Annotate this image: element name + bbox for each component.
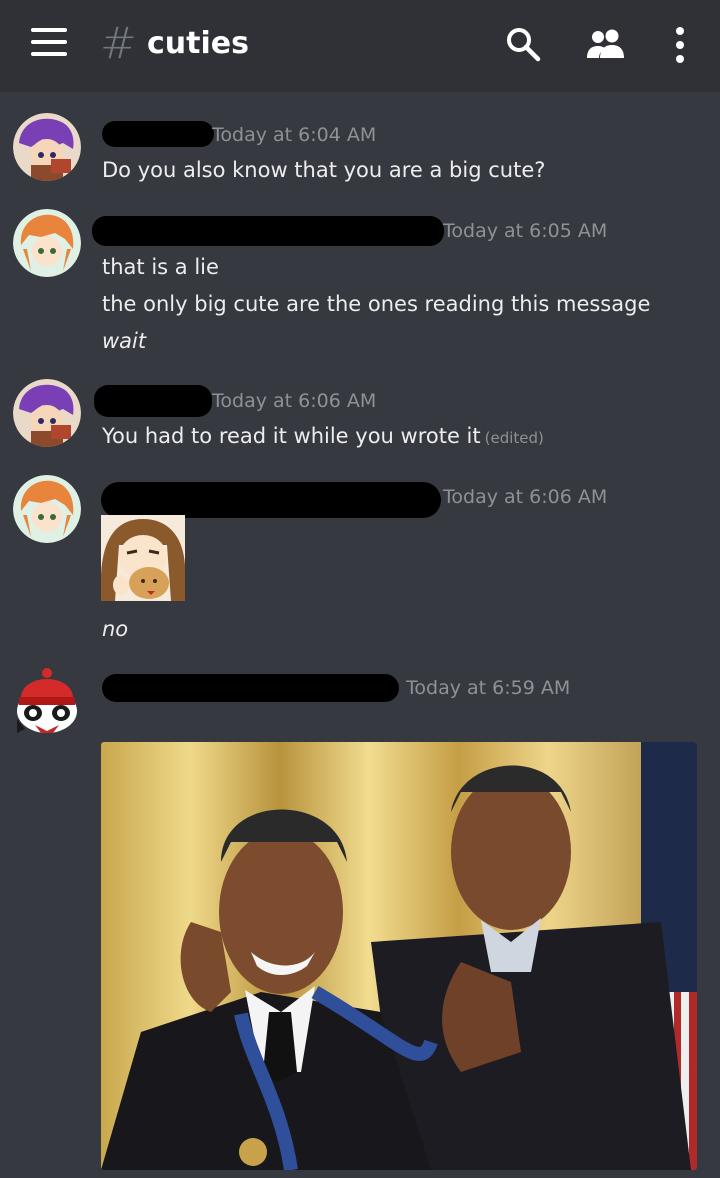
channel-hash-icon: #: [100, 18, 137, 69]
message-timestamp: Today at 6:04 AM: [212, 124, 377, 146]
avatar[interactable]: [13, 113, 81, 181]
message-text: no: [102, 617, 129, 641]
channel-name: cuties: [147, 26, 249, 61]
message-timestamp: Today at 6:06 AM: [443, 486, 608, 508]
search-icon[interactable]: [505, 26, 541, 62]
menu-icon[interactable]: [31, 28, 67, 58]
username-redacted[interactable]: [102, 121, 214, 147]
username-redacted[interactable]: [92, 216, 444, 246]
message-timestamp: Today at 6:59 AM: [406, 677, 571, 699]
emoji-image[interactable]: [101, 515, 185, 601]
avatar[interactable]: [13, 209, 81, 277]
message-text-content: You had to read it while you wrote it: [102, 424, 481, 448]
username-redacted[interactable]: [94, 385, 212, 417]
members-icon[interactable]: [586, 28, 628, 60]
username-redacted[interactable]: [102, 674, 399, 702]
attached-image[interactable]: [101, 742, 697, 1170]
message-text: the only big cute are the ones reading t…: [102, 292, 651, 316]
more-options-icon[interactable]: [668, 26, 692, 64]
message-text: that is a lie: [102, 255, 219, 279]
message-text: wait: [102, 329, 147, 353]
message-timestamp: Today at 6:06 AM: [212, 390, 377, 412]
message-timestamp: Today at 6:05 AM: [443, 220, 608, 242]
avatar[interactable]: [13, 379, 81, 447]
avatar[interactable]: [13, 475, 81, 543]
avatar[interactable]: [13, 667, 81, 735]
message-text: Do you also know that you are a big cute…: [102, 158, 546, 182]
edited-label: (edited): [484, 429, 544, 447]
channel-header: # cuties: [0, 0, 720, 92]
username-redacted[interactable]: [101, 482, 441, 518]
message-text: You had to read it while you wrote it (ed…: [102, 424, 544, 448]
